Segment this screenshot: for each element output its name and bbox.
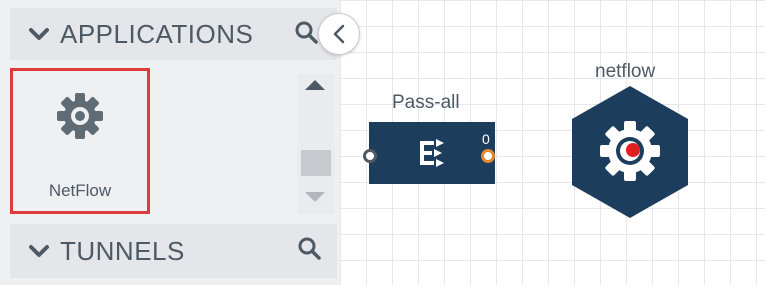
- app-node-label: netflow: [595, 61, 656, 82]
- search-icon[interactable]: [297, 236, 323, 262]
- chevron-down-icon: [29, 28, 49, 40]
- search-icon[interactable]: [294, 20, 320, 46]
- collapse-panel-button[interactable]: [318, 13, 360, 55]
- gear-icon: [57, 93, 103, 139]
- applications-title: APPLICATIONS: [60, 18, 254, 49]
- applications-scrollbar[interactable]: [297, 74, 335, 214]
- sidebar-panel: APPLICATIONS NetFlow TUNNELS: [0, 0, 340, 285]
- map-icon: [420, 139, 444, 167]
- port-count: 0: [482, 131, 490, 147]
- app-tile-label: NetFlow: [48, 181, 112, 200]
- applications-section-header[interactable]: APPLICATIONS: [10, 8, 337, 60]
- scroll-down-arrow-icon[interactable]: [305, 192, 325, 202]
- tunnels-title: TUNNELS: [60, 235, 185, 266]
- status-dot-icon: [626, 143, 640, 157]
- tunnels-section-header[interactable]: TUNNELS: [10, 224, 337, 278]
- app-tile-netflow[interactable]: NetFlow: [10, 68, 150, 214]
- map-node-label: Pass-all: [392, 92, 460, 113]
- chevron-down-icon: [29, 245, 49, 257]
- input-port[interactable]: [363, 149, 377, 163]
- chevron-left-icon: [333, 24, 345, 44]
- applications-list: NetFlow: [10, 64, 337, 220]
- output-port[interactable]: [481, 149, 495, 163]
- app-node-netflow[interactable]: [570, 84, 690, 220]
- scroll-up-arrow-icon[interactable]: [305, 80, 325, 90]
- map-node-pass-all[interactable]: 0: [369, 122, 495, 184]
- scroll-thumb[interactable]: [301, 150, 331, 176]
